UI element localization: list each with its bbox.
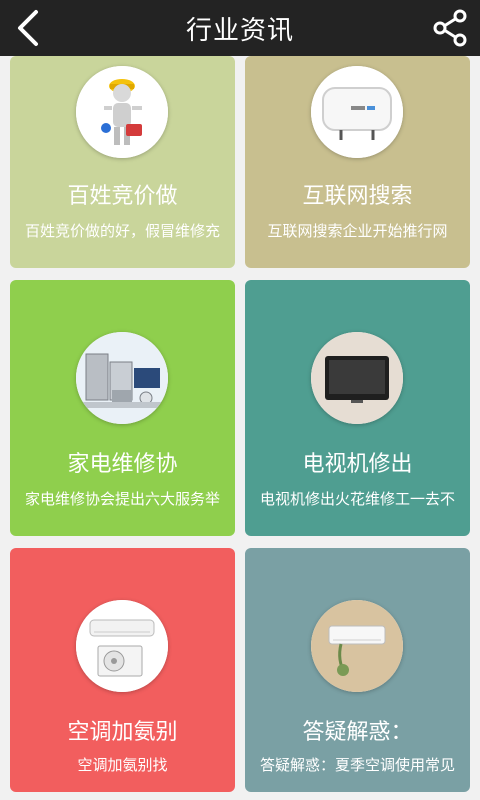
news-card-internet-search[interactable]: 互联网搜索 互联网搜索企业开始推行网 — [245, 56, 470, 268]
chevron-left-icon — [18, 10, 38, 46]
card-subtitle: 家电维修协会提出六大服务举 — [24, 490, 220, 508]
card-title: 空调加氨别 — [67, 720, 178, 745]
card-title: 答疑解惑： — [302, 720, 413, 745]
repairman-thumbnail — [76, 66, 168, 158]
card-title: 互联网搜索 — [302, 184, 413, 209]
home-appliances-thumbnail — [76, 332, 168, 424]
card-subtitle: 百姓竞价做的好，假冒维修充 — [24, 222, 220, 240]
news-card-appliance-association[interactable]: 家电维修协 家电维修协会提出六大服务举 — [10, 280, 235, 536]
card-subtitle: 电视机修出火花维修工一去不 — [259, 490, 455, 508]
top-bar: 行业资讯 — [0, 0, 480, 56]
back-button[interactable] — [8, 6, 52, 50]
tv-thumbnail — [311, 332, 403, 424]
share-button[interactable] — [428, 6, 472, 50]
card-title: 百姓竞价做 — [67, 184, 178, 209]
news-card-ac-refill[interactable]: 空调加氨别 空调加氨别找 — [10, 548, 235, 792]
card-title: 家电维修协 — [67, 452, 178, 477]
wall-ac-thumbnail — [311, 600, 403, 692]
news-grid: 百姓竞价做 百姓竞价做的好，假冒维修充 互联网搜索 互联网搜索企业开始推行网 家… — [0, 56, 480, 800]
air-conditioner-thumbnail — [76, 600, 168, 692]
water-heater-thumbnail — [311, 66, 403, 158]
page-title: 行业资讯 — [185, 15, 294, 46]
card-title: 电视机修出 — [302, 452, 413, 477]
news-card-qa[interactable]: 答疑解惑： 答疑解惑：夏季空调使用常见 — [245, 548, 470, 792]
news-card-repair-bidding[interactable]: 百姓竞价做 百姓竞价做的好，假冒维修充 — [10, 56, 235, 268]
card-subtitle: 空调加氨别找 — [77, 756, 168, 774]
card-subtitle: 答疑解惑：夏季空调使用常见 — [259, 756, 455, 774]
share-icon — [433, 9, 467, 47]
news-card-tv-repair[interactable]: 电视机修出 电视机修出火花维修工一去不 — [245, 280, 470, 536]
card-subtitle: 互联网搜索企业开始推行网 — [267, 222, 448, 240]
